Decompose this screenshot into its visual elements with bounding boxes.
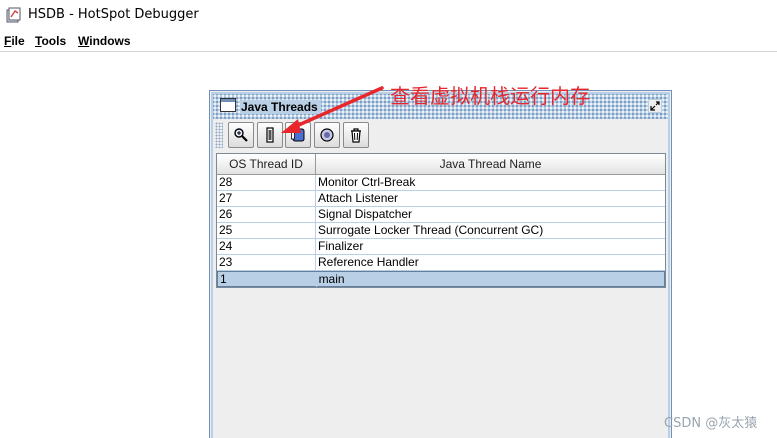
- stack-trace-icon: [291, 128, 305, 142]
- annotation-label: 查看虚拟机栈运行内存: [390, 84, 590, 108]
- window-title: HSDB - HotSpot Debugger: [28, 7, 199, 22]
- table-cell-thread-name: Signal Dispatcher: [318, 207, 413, 221]
- table-row[interactable]: 24 Finalizer: [217, 239, 665, 255]
- table-cell-thread-name: Monitor Ctrl-Break: [318, 175, 416, 189]
- table-row[interactable]: 27 Attach Listener: [217, 191, 665, 207]
- toolbar-grip[interactable]: [215, 122, 223, 148]
- maximize-button[interactable]: [648, 99, 662, 113]
- menu-tools[interactable]: Tools: [35, 34, 66, 48]
- table-row[interactable]: 23 Reference Handler: [217, 255, 665, 271]
- frame-window-icon: [220, 98, 236, 112]
- table-cell-os-thread-id: 24: [217, 239, 316, 254]
- table-row[interactable]: 26 Signal Dispatcher: [217, 207, 665, 223]
- menu-bar: File Tools Windows: [0, 30, 777, 52]
- table-cell-thread-name: main: [318, 272, 345, 286]
- stack-memory-icon: [266, 127, 274, 143]
- table-cell-thread-name: Reference Handler: [318, 255, 419, 269]
- trash-icon: [351, 128, 361, 143]
- info-icon: [320, 128, 334, 142]
- menu-windows[interactable]: Windows: [78, 34, 131, 48]
- table-cell-os-thread-id: 25: [217, 223, 316, 238]
- table-cell-os-thread-id: 26: [217, 207, 316, 222]
- hsdb-app-icon: [6, 7, 21, 23]
- magnifier-icon: [234, 128, 248, 142]
- column-header-os-thread-id[interactable]: OS Thread ID: [217, 154, 316, 175]
- watermark: CSDN @灰太猿: [664, 416, 758, 431]
- table-cell-thread-name: Finalizer: [318, 239, 364, 253]
- inspect-thread-button[interactable]: [228, 122, 254, 148]
- java-stack-trace-button[interactable]: [285, 122, 311, 148]
- table-cell-os-thread-id: 23: [217, 255, 316, 270]
- threads-toolbar: [213, 119, 668, 152]
- table-cell-os-thread-id: 27: [217, 191, 316, 206]
- table-cell-thread-name: Surrogate Locker Thread (Concurrent GC): [318, 223, 544, 237]
- find-crashes-button[interactable]: [343, 122, 369, 148]
- thread-info-button[interactable]: [314, 122, 340, 148]
- table-header: OS Thread ID Java Thread Name: [217, 154, 665, 175]
- table-cell-os-thread-id: 28: [217, 175, 316, 190]
- frame-title: Java Threads: [240, 100, 321, 114]
- maximize-icon: [650, 101, 660, 111]
- window-title-bar: HSDB - HotSpot Debugger: [0, 0, 777, 30]
- threads-table: OS Thread ID Java Thread Name 28 Monitor…: [216, 153, 666, 288]
- java-threads-frame: Java Threads OS Thread ID Java Thread Na…: [209, 90, 672, 438]
- column-header-java-thread-name[interactable]: Java Thread Name: [316, 154, 665, 175]
- table-cell-thread-name: Attach Listener: [318, 191, 399, 205]
- stack-memory-button[interactable]: [257, 122, 283, 148]
- table-row[interactable]: 28 Monitor Ctrl-Break: [217, 175, 665, 191]
- menu-file[interactable]: File: [4, 34, 25, 48]
- table-row[interactable]: 25 Surrogate Locker Thread (Concurrent G…: [217, 223, 665, 239]
- table-cell-os-thread-id: 1: [218, 272, 317, 287]
- table-row-selected[interactable]: 1 main: [217, 271, 665, 287]
